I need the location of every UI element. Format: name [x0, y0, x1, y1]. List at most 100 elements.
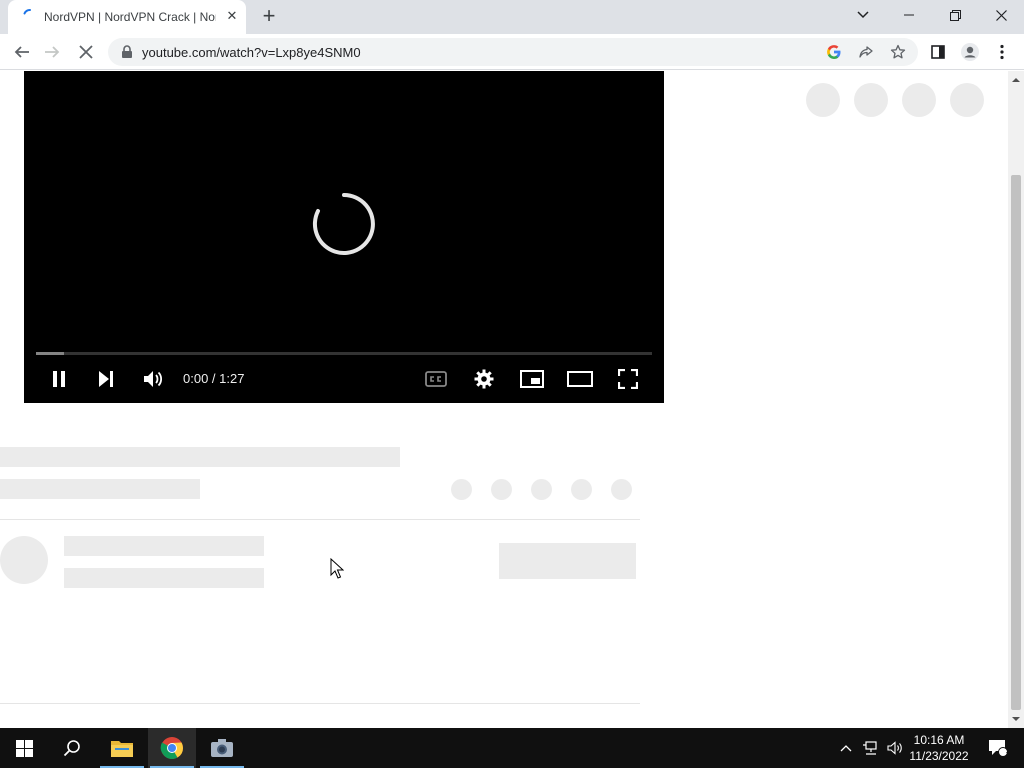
- restore-button[interactable]: [932, 0, 978, 30]
- video-player[interactable]: 0:00 / 1:27: [24, 71, 664, 403]
- google-g-icon: [827, 45, 841, 59]
- network-button[interactable]: [860, 728, 882, 768]
- title-placeholder: [0, 447, 400, 467]
- chevron-down-icon: [857, 11, 869, 19]
- chrome-taskbar-button[interactable]: [148, 728, 196, 768]
- action-placeholder: [806, 83, 840, 117]
- arrow-left-icon: [14, 46, 29, 58]
- clock-time: 10:16 AM: [913, 733, 965, 747]
- divider: [0, 703, 640, 704]
- star-icon: [890, 44, 906, 59]
- action-placeholder: [491, 479, 512, 500]
- forward-button[interactable]: [40, 40, 64, 64]
- action-placeholder: [902, 83, 936, 117]
- scroll-down-icon[interactable]: [1012, 715, 1020, 723]
- tab-title: NordVPN | NordVPN Crack | NordVPN: [44, 10, 216, 24]
- back-button[interactable]: [10, 40, 34, 64]
- tab-close-button[interactable]: ✕: [224, 8, 240, 24]
- action-placeholder: [950, 83, 984, 117]
- more-vertical-icon: [1000, 44, 1004, 60]
- browser-toolbar: youtube.com/watch?v=Lxp8ye4SNM0: [0, 34, 1024, 70]
- skip-next-icon: [99, 371, 113, 387]
- close-window-button[interactable]: [978, 0, 1024, 30]
- system-clock[interactable]: 10:16 AM 11/23/2022: [900, 732, 978, 764]
- page-scrollbar[interactable]: [1008, 71, 1024, 728]
- url-text: youtube.com/watch?v=Lxp8ye4SNM0: [142, 45, 361, 60]
- camera-icon: [211, 739, 233, 757]
- search-icon: [63, 740, 80, 757]
- fullscreen-icon: [618, 369, 638, 389]
- google-lens-button[interactable]: [824, 42, 844, 62]
- folder-icon: [111, 741, 133, 757]
- network-icon: [863, 741, 877, 755]
- loading-spinner-icon: [312, 193, 375, 255]
- settings-button[interactable]: [470, 366, 498, 392]
- minimize-button[interactable]: [886, 0, 932, 30]
- volume-icon: [144, 371, 163, 387]
- scrollbar-thumb[interactable]: [1011, 175, 1021, 710]
- action-center-button[interactable]: 1: [980, 728, 1016, 768]
- side-panel-icon: [931, 45, 945, 59]
- profile-button[interactable]: [958, 40, 982, 64]
- avatar-icon: [961, 43, 979, 61]
- mute-button[interactable]: [139, 366, 167, 392]
- windows-logo-icon: [15, 739, 33, 757]
- bookmark-button[interactable]: [888, 42, 908, 62]
- chrome-icon: [160, 737, 183, 759]
- arrow-right-icon: [45, 46, 60, 58]
- action-placeholder: [451, 479, 472, 500]
- closed-captions-icon: [425, 371, 447, 387]
- restore-icon: [949, 9, 961, 21]
- close-icon: [995, 9, 1007, 21]
- tab-strip: NordVPN | NordVPN Crack | NordVPN ✕ +: [0, 0, 1024, 34]
- action-placeholder: [531, 479, 552, 500]
- channel-name-placeholder: [64, 536, 264, 556]
- progress-bar[interactable]: [36, 352, 652, 355]
- fullscreen-button[interactable]: [614, 366, 642, 392]
- side-panel-button[interactable]: [926, 40, 950, 64]
- subtitles-button[interactable]: [422, 366, 450, 392]
- theater-mode-button[interactable]: [566, 366, 594, 392]
- action-placeholder: [611, 479, 632, 500]
- miniplayer-button[interactable]: [518, 366, 546, 392]
- subscriber-count-placeholder: [64, 568, 264, 588]
- theater-mode-icon: [567, 371, 593, 387]
- clock-date: 11/23/2022: [909, 749, 969, 763]
- loading-favicon-icon: [23, 8, 31, 15]
- gear-icon: [474, 369, 494, 389]
- subscribe-button-placeholder: [499, 543, 636, 579]
- stop-button[interactable]: [74, 40, 98, 64]
- windows-taskbar: 10:16 AM 11/23/2022 1: [0, 728, 1024, 768]
- browser-tab[interactable]: NordVPN | NordVPN Crack | NordVPN ✕: [8, 0, 246, 34]
- action-placeholder: [571, 479, 592, 500]
- search-button[interactable]: [48, 728, 96, 768]
- youtube-watch-page: 0:00 / 1:27: [0, 71, 1008, 728]
- camera-app-button[interactable]: [198, 728, 246, 768]
- pause-button[interactable]: [45, 366, 73, 392]
- miniplayer-icon: [520, 370, 544, 388]
- pause-icon: [53, 371, 65, 387]
- new-tab-button[interactable]: +: [258, 5, 280, 28]
- chrome-menu-button[interactable]: [990, 40, 1014, 64]
- stop-loading-icon: [79, 45, 93, 59]
- action-placeholder: [854, 83, 888, 117]
- start-button[interactable]: [0, 728, 48, 768]
- scroll-up-icon[interactable]: [1012, 76, 1020, 84]
- notification-count: 1: [1005, 745, 1011, 755]
- next-button[interactable]: [92, 366, 120, 392]
- file-explorer-button[interactable]: [98, 728, 146, 768]
- channel-avatar-placeholder: [0, 536, 48, 584]
- show-hidden-icons-button[interactable]: [836, 728, 856, 768]
- lock-icon: [122, 45, 132, 58]
- share-icon: [859, 46, 873, 58]
- views-placeholder: [0, 479, 200, 499]
- chevron-up-icon: [840, 745, 852, 752]
- progress-loaded: [36, 352, 64, 355]
- address-bar[interactable]: youtube.com/watch?v=Lxp8ye4SNM0: [108, 38, 918, 66]
- tab-search-button[interactable]: [840, 0, 886, 30]
- minimize-icon: [904, 14, 914, 16]
- share-button[interactable]: [856, 42, 876, 62]
- divider: [0, 519, 640, 520]
- time-display: 0:00 / 1:27: [183, 371, 245, 386]
- mouse-cursor-icon: [330, 558, 344, 579]
